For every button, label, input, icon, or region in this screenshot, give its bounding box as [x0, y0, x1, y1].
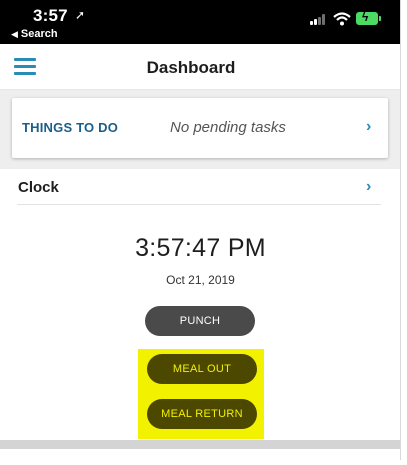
status-time: 3:57 [33, 6, 68, 25]
bottom-divider [0, 440, 400, 449]
signal-icon [310, 14, 326, 25]
page-title: Dashboard [146, 58, 236, 77]
dashboard-content: THINGS TO DO No pending tasks › Clock › … [0, 90, 400, 450]
bottom-spacer [0, 449, 400, 460]
chevron-right-icon: › [366, 118, 372, 135]
back-to-search-link[interactable]: ◀ Search [11, 28, 58, 40]
chevron-right-icon: › [366, 178, 372, 195]
meal-return-button[interactable]: MEAL RETURN [147, 399, 257, 429]
meal-out-button[interactable]: MEAL OUT [147, 354, 257, 384]
things-to-do-card[interactable]: THINGS TO DO No pending tasks › [12, 98, 388, 158]
battery-charging-icon: ϟ [356, 10, 381, 25]
clock-label: Clock [18, 179, 59, 196]
current-date: Oct 21, 2019 [166, 273, 235, 287]
things-to-do-section: THINGS TO DO No pending tasks › [0, 90, 400, 169]
status-bar: 3:57 ➚ ◀ Search ϟ [0, 0, 400, 44]
current-time: 3:57:47 PM [135, 234, 266, 262]
back-label: Search [20, 28, 58, 40]
punch-button[interactable]: PUNCH [145, 306, 255, 336]
pending-tasks-status: No pending tasks [170, 119, 286, 136]
back-triangle-icon: ◀ [11, 29, 18, 39]
app-header: Dashboard [0, 44, 400, 90]
things-to-do-title: THINGS TO DO [22, 120, 119, 135]
wifi-icon [333, 12, 351, 26]
clock-section-header[interactable]: Clock › [17, 172, 381, 205]
charging-bolt-icon: ϟ [362, 10, 369, 24]
app-frame: 3:57 ➚ ◀ Search ϟ Dashboard THINGS TO DO … [0, 0, 401, 460]
location-arrow-icon: ➚ [75, 8, 86, 22]
